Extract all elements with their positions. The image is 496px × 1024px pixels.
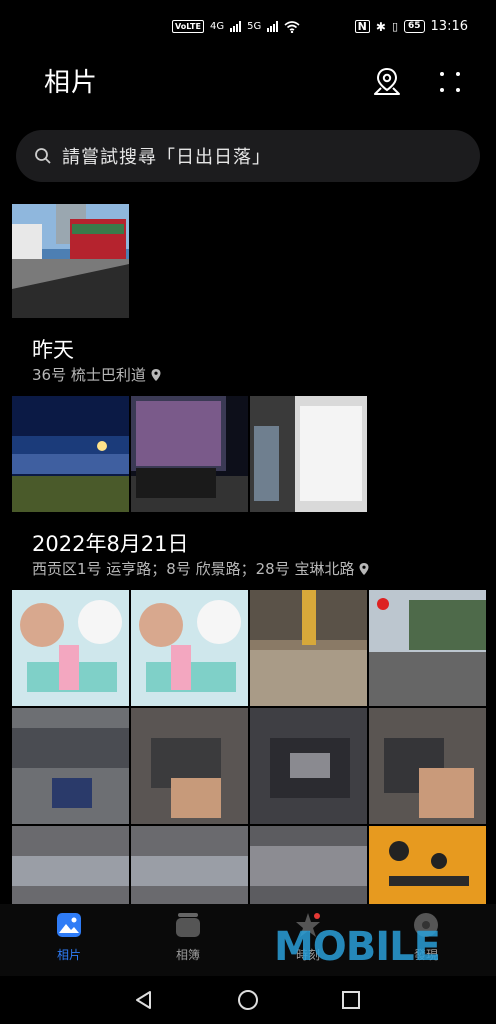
signal-2-icon <box>267 21 279 32</box>
photo-thumbnail[interactable] <box>131 396 248 512</box>
status-right: N ✱ ▯ 65 13:16 <box>354 19 468 34</box>
network-indicators: VoLTE 4G 5G <box>172 20 300 33</box>
watermark-text: MOBILE <box>274 924 441 970</box>
section-location-text: 36号 梳士巴利道 <box>32 366 146 384</box>
photo-thumbnail[interactable] <box>250 708 367 824</box>
photo-thumbnail[interactable] <box>369 708 486 824</box>
search-icon <box>35 148 51 164</box>
photos-icon <box>57 913 81 937</box>
volte-badge: VoLTE <box>172 20 204 33</box>
back-icon[interactable] <box>134 990 154 1010</box>
photo-thumbnail[interactable] <box>369 826 486 904</box>
battery-indicator: 65 <box>404 20 425 33</box>
photo-thumbnail[interactable] <box>12 396 129 512</box>
location-map-icon <box>374 67 400 95</box>
tab-label: 相片 <box>56 948 81 962</box>
photo-thumbnail[interactable] <box>12 590 129 706</box>
section-date: 2022年8月21日 <box>32 532 189 556</box>
photo-thumbnail[interactable] <box>131 590 248 706</box>
tab-albums[interactable]: 相簿 <box>148 912 228 963</box>
net1-label: 4G <box>209 21 225 32</box>
section-location[interactable]: 西贡区1号 运亨路；8号 欣景路；28号 宝琳北路 <box>32 558 370 579</box>
vibrate-icon: ▯ <box>391 20 398 33</box>
nfc-icon: N <box>354 20 370 33</box>
location-pin-icon <box>359 562 369 575</box>
photo-thumbnail[interactable] <box>250 396 367 512</box>
status-bar: VoLTE 4G 5G N ✱ ▯ 65 13:16 <box>0 0 496 58</box>
wifi-icon <box>284 20 300 33</box>
albums-icon <box>176 913 200 937</box>
photo-thumbnail[interactable] <box>131 826 248 904</box>
more-button[interactable] <box>436 68 464 96</box>
page-title: 相片 <box>44 68 99 98</box>
location-pin-icon <box>151 368 161 381</box>
recents-icon[interactable] <box>341 990 361 1010</box>
search-bar[interactable]: 請嘗試搜尋「日出日落」 <box>16 130 480 182</box>
search-placeholder: 請嘗試搜尋「日出日落」 <box>62 147 271 168</box>
photo-thumbnail[interactable] <box>12 204 129 318</box>
system-nav-bar <box>0 976 496 1024</box>
section-location[interactable]: 36号 梳士巴利道 <box>32 364 162 385</box>
bluetooth-icon: ✱ <box>375 19 386 34</box>
photo-thumbnail[interactable] <box>131 708 248 824</box>
photo-thumbnail[interactable] <box>369 590 486 706</box>
tab-photos[interactable]: 相片 <box>29 912 109 963</box>
photo-thumbnail[interactable] <box>12 708 129 824</box>
tab-label: 相簿 <box>175 948 200 962</box>
home-icon[interactable] <box>237 989 259 1011</box>
clock: 13:16 <box>430 19 468 34</box>
photo-thumbnail[interactable] <box>250 826 367 904</box>
section-date: 昨天 <box>32 338 74 362</box>
net2-label: 5G <box>247 21 262 32</box>
signal-1-icon <box>230 21 242 32</box>
photo-thumbnail[interactable] <box>250 590 367 706</box>
map-button[interactable] <box>372 66 402 98</box>
section-location-text: 西贡区1号 运亨路；8号 欣景路；28号 宝琳北路 <box>32 560 355 578</box>
photo-thumbnail[interactable] <box>12 826 129 904</box>
